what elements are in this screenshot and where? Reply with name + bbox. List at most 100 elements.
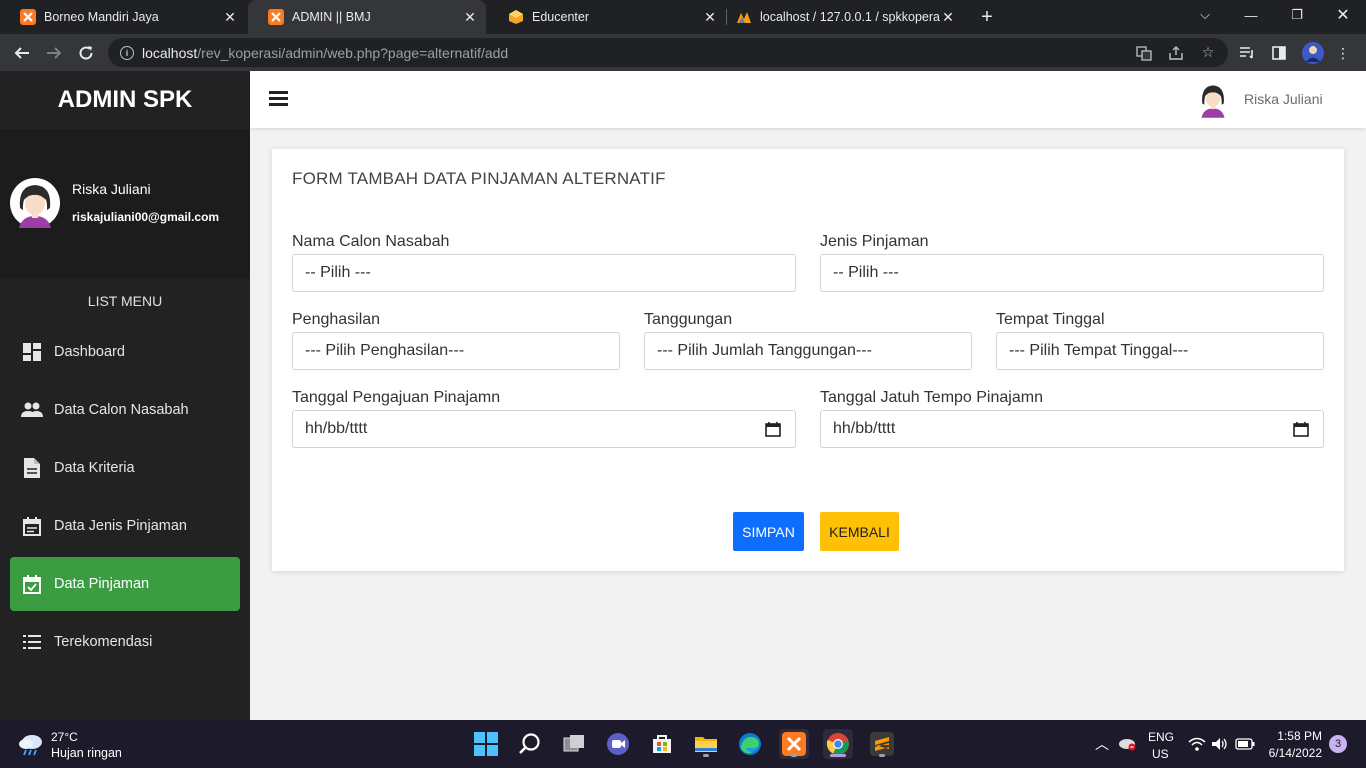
select-penghasilan[interactable]: --- Pilih Penghasilan--- bbox=[292, 332, 620, 370]
windows-start-icon[interactable] bbox=[471, 729, 501, 759]
sidebar-item-label: Data Kriteria bbox=[54, 460, 135, 476]
calendar-check-icon bbox=[21, 573, 43, 595]
language-code: ENG bbox=[1148, 730, 1175, 744]
select-tanggungan[interactable]: --- Pilih Jumlah Tanggungan--- bbox=[644, 332, 972, 370]
tab-title: Borneo Mandiri Jaya bbox=[44, 10, 159, 24]
select-nama-calon-nasabah[interactable]: -- Pilih --- bbox=[292, 254, 796, 292]
onedrive-error-icon[interactable] bbox=[1117, 734, 1137, 754]
edge-browser-icon[interactable] bbox=[735, 729, 765, 759]
running-indicator bbox=[703, 754, 709, 757]
date-placeholder: hh/bb/tttt bbox=[305, 420, 368, 437]
restore-icon[interactable]: ❐ bbox=[1274, 0, 1320, 30]
bookmark-star-icon[interactable]: ☆ bbox=[1199, 43, 1217, 61]
date-input-tanggal-pengajuan[interactable]: hh/bb/tttt bbox=[292, 410, 796, 448]
file-explorer-icon[interactable] bbox=[691, 729, 721, 759]
microsoft-store-icon[interactable] bbox=[647, 729, 677, 759]
sidebar-item-data-pinjaman[interactable]: Data Pinjaman bbox=[10, 557, 240, 611]
tab-search-chevron-icon[interactable]: ⌵ bbox=[1182, 0, 1228, 30]
label-tanggal-pengajuan: Tanggal Pengajuan Pinajamn bbox=[292, 389, 501, 406]
label-tanggal-jatuh-tempo: Tanggal Jatuh Tempo Pinajamn bbox=[820, 389, 1043, 406]
label-nama-calon-nasabah: Nama Calon Nasabah bbox=[292, 233, 450, 250]
sidebar-item-data-kriteria[interactable]: Data Kriteria bbox=[10, 441, 240, 495]
sidebar-item-data-jenis-pinjaman[interactable]: Data Jenis Pinjaman bbox=[10, 499, 240, 553]
hamburger-menu-icon[interactable] bbox=[269, 91, 289, 107]
language-indicator[interactable]: ENG US bbox=[1148, 730, 1174, 761]
dashboard-icon bbox=[21, 341, 43, 363]
running-indicator bbox=[879, 754, 885, 757]
forward-arrow-icon[interactable] bbox=[40, 39, 68, 67]
minimize-icon[interactable]: — bbox=[1228, 0, 1274, 30]
browser-tab-strip: Borneo Mandiri Jaya ✕ ADMIN || BMJ ✕ Edu… bbox=[0, 0, 1366, 34]
list-icon bbox=[21, 631, 43, 653]
date-placeholder: hh/bb/tttt bbox=[833, 420, 896, 437]
tab-phpmyadmin[interactable]: localhost / 127.0.0.1 / spkkoperasi ✕ bbox=[716, 0, 964, 34]
sidebar-item-label: Terekomendasi bbox=[54, 634, 153, 650]
calendar-picker-icon[interactable] bbox=[765, 421, 781, 437]
sidebar-item-label: Dashboard bbox=[54, 344, 125, 360]
sidebar-user-email: riskajuliani00@gmail.com bbox=[72, 210, 220, 224]
show-hidden-icons-chevron-icon[interactable]: ︿ bbox=[1092, 734, 1112, 754]
chrome-menu-kebab-icon[interactable]: ⋮ bbox=[1333, 43, 1353, 63]
sidebar: ADMIN SPK Riska Juliani riskajuliani00@g… bbox=[0, 71, 250, 720]
share-icon[interactable] bbox=[1167, 44, 1185, 62]
weather-description: Hujan ringan bbox=[51, 746, 122, 760]
calendar-picker-icon[interactable] bbox=[1293, 421, 1309, 437]
topbar-user-name[interactable]: Riska Juliani bbox=[1244, 91, 1323, 107]
tab-admin-bmj[interactable]: ADMIN || BMJ ✕ bbox=[248, 0, 486, 34]
close-window-icon[interactable]: ✕ bbox=[1320, 0, 1366, 30]
select-value: --- Pilih Tempat Tinggal--- bbox=[1009, 342, 1189, 359]
site-info-icon[interactable]: i bbox=[120, 45, 134, 60]
close-tab-icon[interactable]: ✕ bbox=[940, 9, 956, 25]
teams-chat-icon[interactable] bbox=[603, 729, 633, 759]
tab-borneo-mandiri-jaya[interactable]: Borneo Mandiri Jaya ✕ bbox=[0, 0, 246, 34]
translate-icon[interactable] bbox=[1135, 44, 1153, 62]
new-tab-plus-icon[interactable]: + bbox=[975, 5, 999, 29]
calendar-list-icon bbox=[21, 515, 43, 537]
sidebar-user-name: Riska Juliani bbox=[72, 181, 151, 197]
volume-icon[interactable] bbox=[1210, 734, 1230, 754]
sidebar-item-label: Data Pinjaman bbox=[54, 576, 150, 592]
document-icon bbox=[21, 457, 43, 479]
tab-educenter[interactable]: Educenter ✕ bbox=[488, 0, 726, 34]
weather-rain-cloud-icon[interactable] bbox=[18, 732, 44, 756]
running-indicator bbox=[791, 754, 797, 757]
sidebar-item-terekomendasi[interactable]: Terekomendasi bbox=[10, 615, 240, 669]
address-bar[interactable]: i localhost/rev_koperasi/admin/web.php?p… bbox=[108, 38, 1228, 67]
sublime-text-icon[interactable] bbox=[867, 729, 897, 759]
close-tab-icon[interactable]: ✕ bbox=[462, 9, 478, 25]
clock-time: 1:58 PM bbox=[1277, 729, 1322, 743]
sidebar-item-label: Data Calon Nasabah bbox=[54, 402, 189, 418]
sidebar-item-data-calon-nasabah[interactable]: Data Calon Nasabah bbox=[10, 383, 240, 437]
battery-icon[interactable] bbox=[1235, 734, 1255, 754]
educenter-icon bbox=[508, 9, 524, 25]
reload-icon[interactable] bbox=[72, 39, 100, 67]
topbar-user-avatar[interactable] bbox=[1195, 80, 1231, 118]
form-card: FORM TAMBAH DATA PINJAMAN ALTERNATIF Nam… bbox=[272, 149, 1344, 571]
side-panel-icon[interactable] bbox=[1269, 43, 1289, 63]
profile-avatar-icon[interactable] bbox=[1301, 41, 1325, 65]
label-penghasilan: Penghasilan bbox=[292, 311, 381, 328]
search-icon[interactable] bbox=[515, 729, 545, 759]
select-value: -- Pilih --- bbox=[833, 264, 899, 281]
clock[interactable]: 1:58 PM 6/14/2022 bbox=[1268, 729, 1322, 760]
back-arrow-icon[interactable] bbox=[8, 39, 36, 67]
user-avatar bbox=[10, 178, 60, 228]
notification-count-badge[interactable]: 3 bbox=[1329, 735, 1347, 753]
wifi-icon[interactable] bbox=[1187, 734, 1207, 754]
sidebar-item-dashboard[interactable]: Dashboard bbox=[10, 325, 240, 379]
windows-taskbar: 27°C Hujan ringan ︿ ENG US 1:58 PM 6/14/… bbox=[0, 720, 1366, 768]
task-view-icon[interactable] bbox=[559, 729, 589, 759]
top-navbar: Riska Juliani bbox=[250, 71, 1366, 128]
xampp-taskbar-icon[interactable] bbox=[779, 729, 809, 759]
date-input-tanggal-jatuh-tempo[interactable]: hh/bb/tttt bbox=[820, 410, 1324, 448]
save-button[interactable]: SIMPAN bbox=[733, 512, 804, 551]
tab-title: Educenter bbox=[532, 10, 589, 24]
close-tab-icon[interactable]: ✕ bbox=[222, 9, 238, 25]
select-tempat-tinggal[interactable]: --- Pilih Tempat Tinggal--- bbox=[996, 332, 1324, 370]
reading-list-icon[interactable] bbox=[1237, 43, 1257, 63]
chrome-taskbar-icon[interactable] bbox=[823, 729, 853, 759]
select-jenis-pinjaman[interactable]: -- Pilih --- bbox=[820, 254, 1324, 292]
browser-toolbar: i localhost/rev_koperasi/admin/web.php?p… bbox=[0, 34, 1366, 71]
people-icon bbox=[21, 399, 43, 421]
back-button[interactable]: KEMBALI bbox=[820, 512, 899, 551]
